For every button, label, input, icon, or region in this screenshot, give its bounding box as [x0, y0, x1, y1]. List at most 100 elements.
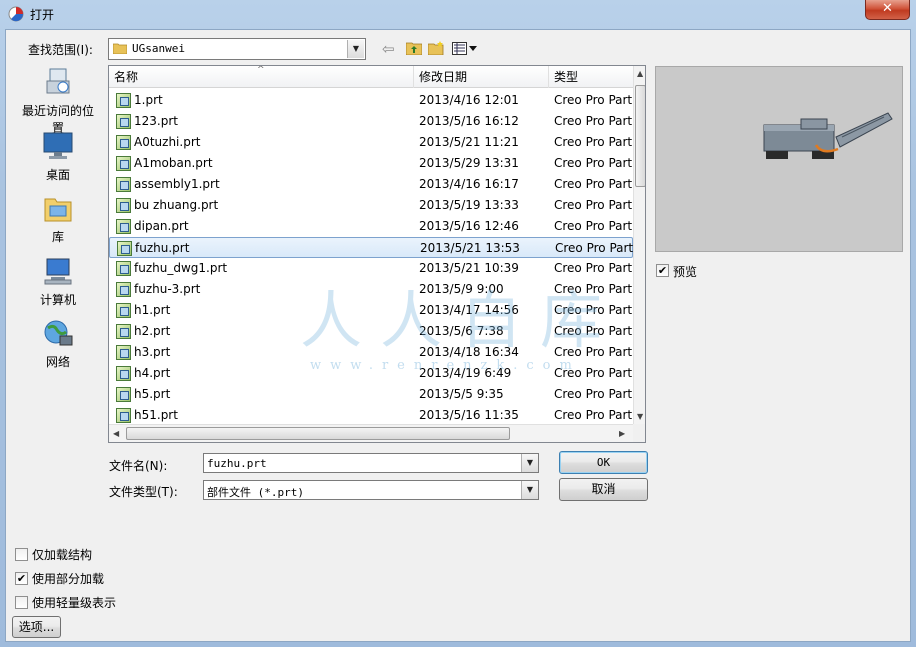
- file-row[interactable]: fuzhu.prt 2013/5/21 13:53 Creo Pro Part: [109, 237, 633, 258]
- watermark: 人人自库: [300, 284, 621, 357]
- column-header-type[interactable]: 类型: [549, 66, 633, 88]
- chevron-down-icon[interactable]: ▼: [521, 454, 538, 472]
- scroll-corner: [633, 424, 645, 442]
- preview-pane: [655, 66, 903, 252]
- file-type: Creo Pro Part: [554, 177, 633, 191]
- part-file-icon: [116, 198, 131, 213]
- recent-places-icon: [46, 68, 70, 94]
- file-row[interactable]: A0tuzhi.prt 2013/5/21 11:21 Creo Pro Part: [109, 132, 633, 153]
- options-button[interactable]: 选项...: [12, 616, 61, 638]
- partial-load-checkbox[interactable]: ✔: [15, 572, 28, 585]
- file-row[interactable]: dipan.prt 2013/5/16 12:46 Creo Pro Part: [109, 216, 633, 237]
- file-date: 2013/4/16 12:01: [419, 93, 519, 107]
- title-bar[interactable]: 打开 ✕: [0, 0, 916, 28]
- filename-label: 文件名(N):: [109, 459, 168, 473]
- view-menu-icon[interactable]: [452, 42, 478, 55]
- chevron-down-icon[interactable]: ▼: [347, 40, 364, 58]
- file-row[interactable]: A1moban.prt 2013/5/29 13:31 Creo Pro Part: [109, 153, 633, 174]
- place-libraries[interactable]: 库: [18, 193, 98, 245]
- up-folder-icon[interactable]: [406, 41, 422, 55]
- scroll-up-icon[interactable]: ▲: [637, 69, 643, 78]
- file-type: Creo Pro Part: [554, 114, 633, 128]
- file-type: Creo Pro Part: [554, 93, 633, 107]
- lookin-value: UGsanwei: [132, 42, 185, 55]
- part-file-icon: [116, 261, 131, 276]
- file-date: 2013/5/16 11:35: [419, 408, 519, 422]
- file-type: Creo Pro Part: [554, 156, 633, 170]
- horizontal-scroll-thumb[interactable]: [126, 427, 510, 440]
- preview-checkbox[interactable]: ✔: [656, 264, 669, 277]
- sort-ascending-icon: ^: [257, 65, 265, 75]
- filetype-select[interactable]: 部件文件 (*.prt) ▼: [203, 480, 539, 500]
- file-name: bu zhuang.prt: [134, 198, 219, 212]
- preview-label: 预览: [673, 265, 698, 279]
- part-preview-image: [763, 112, 893, 159]
- filename-input[interactable]: fuzhu.prt ▼: [203, 453, 539, 473]
- scroll-left-icon[interactable]: ◀: [113, 429, 119, 438]
- column-type-label: 类型: [554, 70, 579, 84]
- file-name: h51.prt: [134, 408, 178, 422]
- file-type: Creo Pro Part: [554, 135, 633, 149]
- close-icon: ✕: [882, 1, 893, 16]
- options-button-label: 选项...: [18, 620, 55, 634]
- app-icon: [8, 6, 24, 22]
- scroll-down-icon[interactable]: ▼: [637, 412, 643, 421]
- file-name: dipan.prt: [134, 219, 189, 233]
- file-row[interactable]: h51.prt 2013/5/16 11:35 Creo Pro Part: [109, 405, 633, 426]
- ok-button[interactable]: OK: [559, 451, 648, 474]
- checkmark-icon: ✔: [657, 264, 668, 277]
- place-computer[interactable]: 计算机: [18, 256, 98, 308]
- part-file-icon: [116, 408, 131, 423]
- place-libraries-label: 库: [51, 230, 64, 244]
- load-structure-only-checkbox[interactable]: [15, 548, 28, 561]
- file-name: assembly1.prt: [134, 177, 220, 191]
- place-network-label: 网络: [45, 355, 70, 369]
- file-date: 2013/5/21 11:21: [419, 135, 519, 149]
- place-recent[interactable]: 最近访问的位置: [18, 67, 98, 136]
- file-type: Creo Pro Part: [555, 241, 634, 255]
- lightweight-rep-checkbox[interactable]: [15, 596, 28, 609]
- file-date: 2013/4/16 16:17: [419, 177, 519, 191]
- file-name: fuzhu.prt: [135, 241, 190, 255]
- file-row[interactable]: h5.prt 2013/5/5 9:35 Creo Pro Part: [109, 384, 633, 405]
- back-arrow-icon[interactable]: ⇦: [382, 40, 395, 58]
- network-icon: [44, 320, 73, 346]
- filename-value: fuzhu.prt: [207, 457, 267, 470]
- close-button[interactable]: ✕: [865, 0, 910, 20]
- vertical-scrollbar[interactable]: ▲ ▼: [633, 66, 645, 424]
- file-row[interactable]: bu zhuang.prt 2013/5/19 13:33 Creo Pro Par…: [109, 195, 633, 216]
- file-row[interactable]: assembly1.prt 2013/4/16 16:17 Creo Pro Par…: [109, 174, 633, 195]
- part-file-icon: [116, 156, 131, 171]
- column-header-name[interactable]: 名称 ^: [109, 66, 414, 88]
- filetype-value: 部件文件 (*.prt): [207, 486, 304, 499]
- libraries-icon: [44, 198, 72, 222]
- vertical-scroll-thumb[interactable]: [635, 85, 645, 187]
- file-date: 2013/5/19 13:33: [419, 198, 519, 212]
- file-date: 2013/5/5 9:35: [419, 387, 504, 401]
- scroll-right-icon[interactable]: ▶: [619, 429, 625, 438]
- load-structure-only-label: 仅加载结构: [32, 548, 93, 562]
- part-file-icon: [116, 93, 131, 108]
- file-date: 2013/5/16 12:46: [419, 219, 519, 233]
- cancel-button[interactable]: 取消: [559, 478, 648, 501]
- file-row[interactable]: 123.prt 2013/5/16 16:12 Creo Pro Part: [109, 111, 633, 132]
- part-file-icon: [116, 387, 131, 402]
- cancel-button-label: 取消: [591, 482, 616, 496]
- place-desktop[interactable]: 桌面: [18, 131, 98, 183]
- column-name-label: 名称: [114, 70, 139, 84]
- new-folder-icon[interactable]: [428, 41, 444, 55]
- horizontal-scrollbar[interactable]: ◀ ▶: [109, 424, 633, 442]
- file-list[interactable]: 名称 ^ 修改日期 类型 1.prt 2013/4/16 12:01 Creo Pr…: [108, 65, 646, 443]
- part-file-icon: [116, 135, 131, 150]
- file-name: A1moban.prt: [134, 156, 213, 170]
- file-date: 2013/5/16 16:12: [419, 114, 519, 128]
- column-header-date[interactable]: 修改日期: [414, 66, 549, 88]
- filetype-label: 文件类型(T):: [109, 485, 178, 499]
- file-date: 2013/5/29 13:31: [419, 156, 519, 170]
- place-network[interactable]: 网络: [18, 318, 98, 370]
- chevron-down-icon[interactable]: ▼: [521, 481, 538, 499]
- part-file-icon: [116, 282, 131, 297]
- file-type: Creo Pro Part: [554, 387, 633, 401]
- file-row[interactable]: 1.prt 2013/4/16 12:01 Creo Pro Part: [109, 90, 633, 111]
- lightweight-rep-label: 使用轻量级表示: [32, 596, 117, 610]
